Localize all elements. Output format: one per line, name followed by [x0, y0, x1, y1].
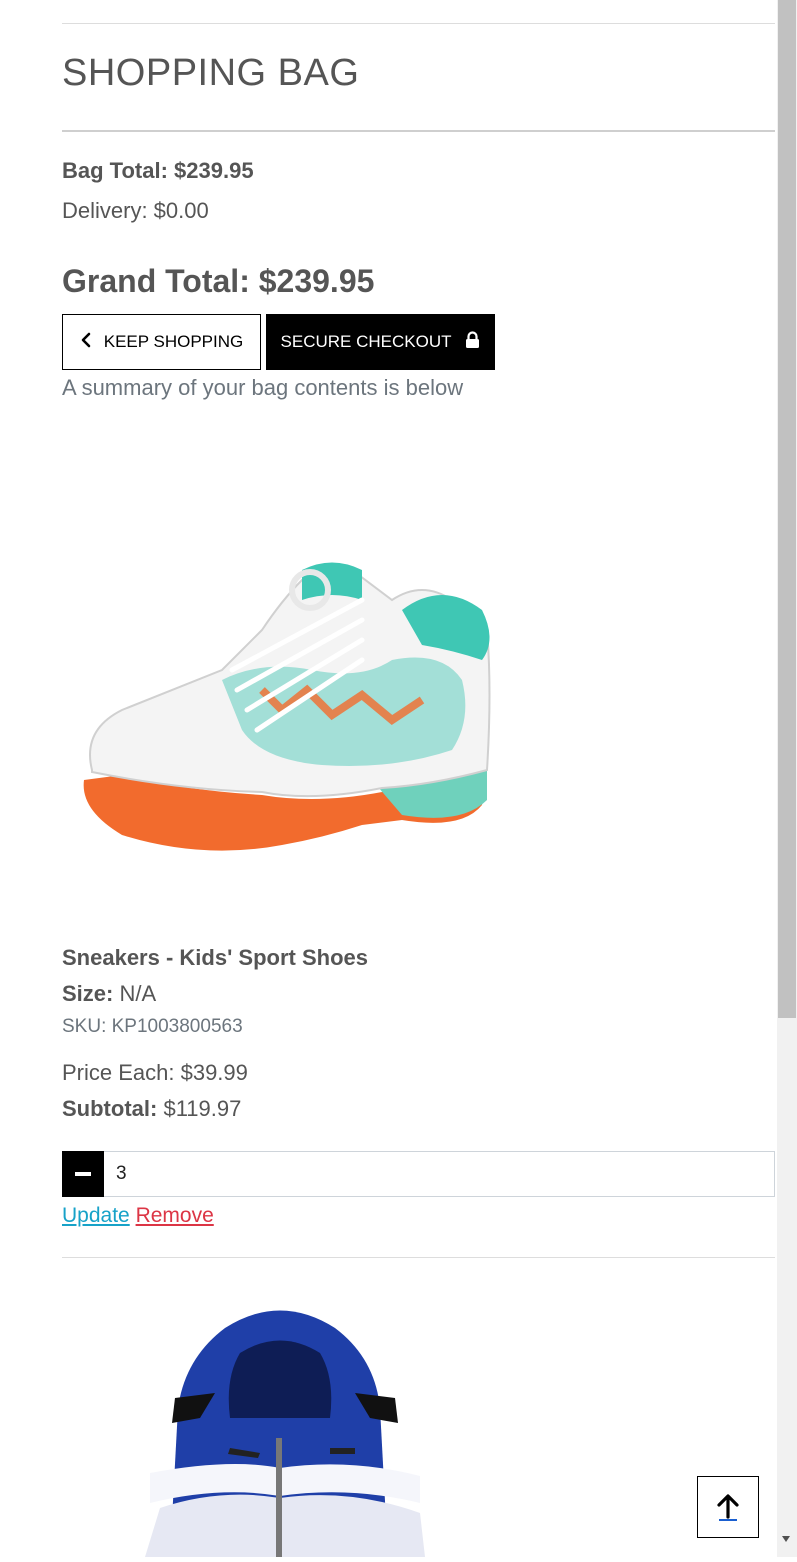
- chevron-left-icon: [80, 332, 92, 353]
- subtotal-value: $119.97: [163, 1096, 242, 1121]
- title-divider: [62, 130, 775, 132]
- lock-icon: [465, 330, 480, 354]
- scroll-down-arrow-icon[interactable]: [782, 1536, 790, 1542]
- quantity-stepper: [62, 1151, 775, 1197]
- bag-summary-text: A summary of your bag contents is below: [62, 375, 464, 400]
- minus-icon: [75, 1172, 91, 1176]
- secure-checkout-label: SECURE CHECKOUT: [280, 332, 452, 351]
- product-name: Sneakers - Kids' Sport Shoes: [62, 945, 368, 970]
- jacket-product-image[interactable]: [130, 1298, 440, 1557]
- remove-link[interactable]: Remove: [136, 1204, 214, 1227]
- sneaker-product-image[interactable]: [62, 540, 502, 870]
- item-divider: [62, 1257, 775, 1258]
- keep-shopping-button[interactable]: KEEP SHOPPING: [62, 314, 261, 370]
- bag-total: Bag Total: $239.95: [62, 158, 254, 183]
- decrement-button[interactable]: [62, 1151, 104, 1197]
- product-subtotal: Subtotal: $119.97: [62, 1096, 241, 1122]
- item-actions: Update Remove: [62, 1204, 214, 1228]
- scrollbar-thumb[interactable]: [778, 0, 796, 1018]
- arrow-up-icon: [717, 1494, 739, 1521]
- delivery-cost: Delivery: $0.00: [62, 198, 209, 223]
- update-link[interactable]: Update: [62, 1204, 130, 1227]
- back-to-top-button[interactable]: [697, 1476, 759, 1538]
- top-divider: [62, 23, 775, 24]
- page-title: SHOPPING BAG: [62, 52, 360, 94]
- secure-checkout-button[interactable]: SECURE CHECKOUT: [266, 314, 495, 370]
- size-label: Size:: [62, 981, 114, 1006]
- keep-shopping-label: KEEP SHOPPING: [103, 332, 244, 351]
- product-size: Size: N/A: [62, 981, 156, 1007]
- price-each: Price Each: $39.99: [62, 1060, 248, 1085]
- grand-total: Grand Total: $239.95: [62, 263, 375, 299]
- size-value: N/A: [119, 981, 157, 1006]
- product-sku: SKU: KP1003800563: [62, 1016, 243, 1037]
- quantity-input[interactable]: [104, 1151, 775, 1197]
- subtotal-label: Subtotal:: [62, 1096, 158, 1121]
